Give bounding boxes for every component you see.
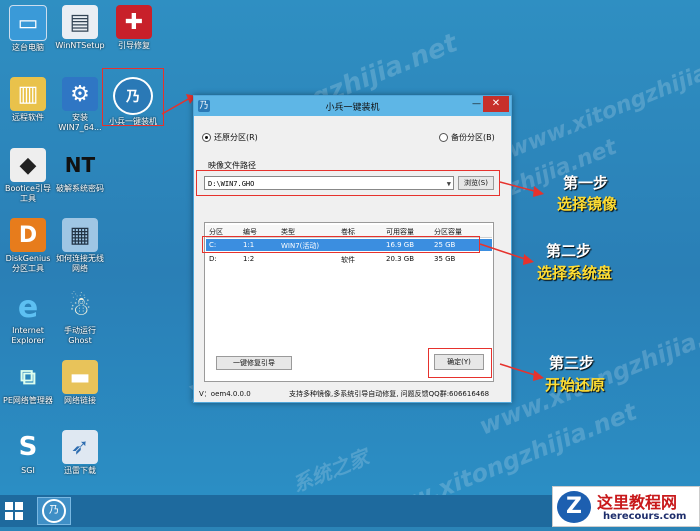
highlight-image-path [196,170,500,196]
cell-number: 1:2 [243,255,255,263]
remote-icon: ▥ [10,77,46,111]
nt-password-icon: NT [64,153,96,177]
step2-title: 第二步 [546,242,592,260]
network-manager-icon: ⧉ [20,364,36,390]
step3-title: 第三步 [549,354,595,372]
radio-backup-partition[interactable]: 备份分区(B) [439,132,495,143]
ghost-icon: ☃ [68,292,92,322]
desktop-icon-label: 破解系统密码 [56,184,104,193]
desktop-icon-network-folder[interactable]: ▬ 网络链接 [50,360,110,406]
desktop-icon-winntsetup[interactable]: ▤ WinNTSetup [50,5,110,51]
desktop-icon-install-win7[interactable]: ⚙ 安装 WIN7_64... [50,77,110,133]
logo-title: 这里教程网 [597,493,678,512]
desktop-icon-boot-repair[interactable]: ✚ 引导修复 [104,5,164,51]
arrow-step2-icon [479,243,534,265]
desktop-icon-label: 引导修复 [118,41,150,50]
status-text: 支持多种镜像,多系统引导自动修复, 问题反馈QQ群:606616468 [289,390,490,398]
desktop-icon-label: 迅雷下载 [64,466,96,475]
cell-drive: D: [209,255,217,263]
window-title: 小兵一键装机 [325,103,380,113]
install-gear-icon: ⚙ [62,77,98,111]
status-bar: V：oem4.0.0.0 支持多种镜像,多系统引导自动修复, 问题反馈QQ群:6… [199,389,489,399]
wifi-help-icon: ▦ [62,218,98,252]
radio-selected-icon [202,133,211,142]
desktop-icon-thunder[interactable]: ➶ 迅雷下载 [50,430,110,476]
step1-action: 选择镜像 [557,195,618,213]
window-titlebar[interactable]: 乃 小兵一键装机 — ✕ [194,96,511,116]
xiaobing-icon: 乃 [42,499,66,523]
highlight-xiaobing [102,68,164,126]
step2-action: 选择系统盘 [537,264,613,282]
logo-url: herecours.com [603,511,687,522]
desktop-icon-ghost[interactable]: ☃ 手动运行 Ghost [50,290,110,346]
version-text: V：oem4.0.0.0 [199,390,251,398]
ie-icon: e [17,289,39,325]
sgi-icon: S [18,432,38,462]
highlight-ok-button [428,348,492,378]
site-logo: Z 这里教程网 herecours.com [552,486,700,527]
radio-backup-label: 备份分区(B) [451,133,495,142]
desktop-icon-label: 如何连接无线 网络 [56,254,104,273]
thunder-icon: ➶ [62,430,98,464]
highlight-system-partition [202,236,480,253]
cell-size: 35 GB [434,255,456,263]
windows-start-icon[interactable] [5,502,23,520]
network-folder-icon: ▬ [62,360,98,394]
computer-icon: ▭ [9,5,47,41]
bootice-icon: ◆ [10,148,46,182]
close-icon[interactable]: ✕ [483,96,509,112]
arrow-step1-icon [499,181,544,197]
radio-restore-label: 还原分区(R) [214,133,258,142]
desktop-icon-label: 手动运行 Ghost [64,326,96,345]
table-row[interactable]: D: 1:2 软件 20.3 GB 35 GB [206,253,492,265]
cell-label: 软件 [341,256,355,264]
minimize-icon[interactable]: — [472,99,481,109]
desktop-icon-wifi-help[interactable]: ▦ 如何连接无线 网络 [50,218,110,274]
radio-restore-partition[interactable]: 还原分区(R) [202,132,258,143]
radio-unselected-icon [439,133,448,142]
installer-window: 乃 小兵一键装机 — ✕ 还原分区(R) 备份分区(B) 映像文件路径 D:\W… [193,95,512,403]
logo-mark: Z [557,491,591,523]
repair-boot-button[interactable]: 一键修复引导 [216,356,292,370]
desktop-icon-nt-password[interactable]: NT 破解系统密码 [50,148,110,194]
setup-icon: ▤ [62,5,98,39]
desktop-icon-label: 安装 WIN7_64... [58,113,102,132]
taskbar-xiaobing-button[interactable]: 乃 [37,497,71,525]
diskgenius-icon: D [10,218,46,252]
watermark: 系统之家 [288,444,373,498]
desktop-icon-label: 网络链接 [64,396,96,405]
step1-title: 第一步 [563,174,609,192]
toolbox-icon: ✚ [116,5,152,39]
cell-free: 20.3 GB [386,255,415,263]
desktop-icon-label: WinNTSetup [55,41,105,50]
step3-action: 开始还原 [545,376,606,394]
arrow-step3-icon [499,363,544,381]
